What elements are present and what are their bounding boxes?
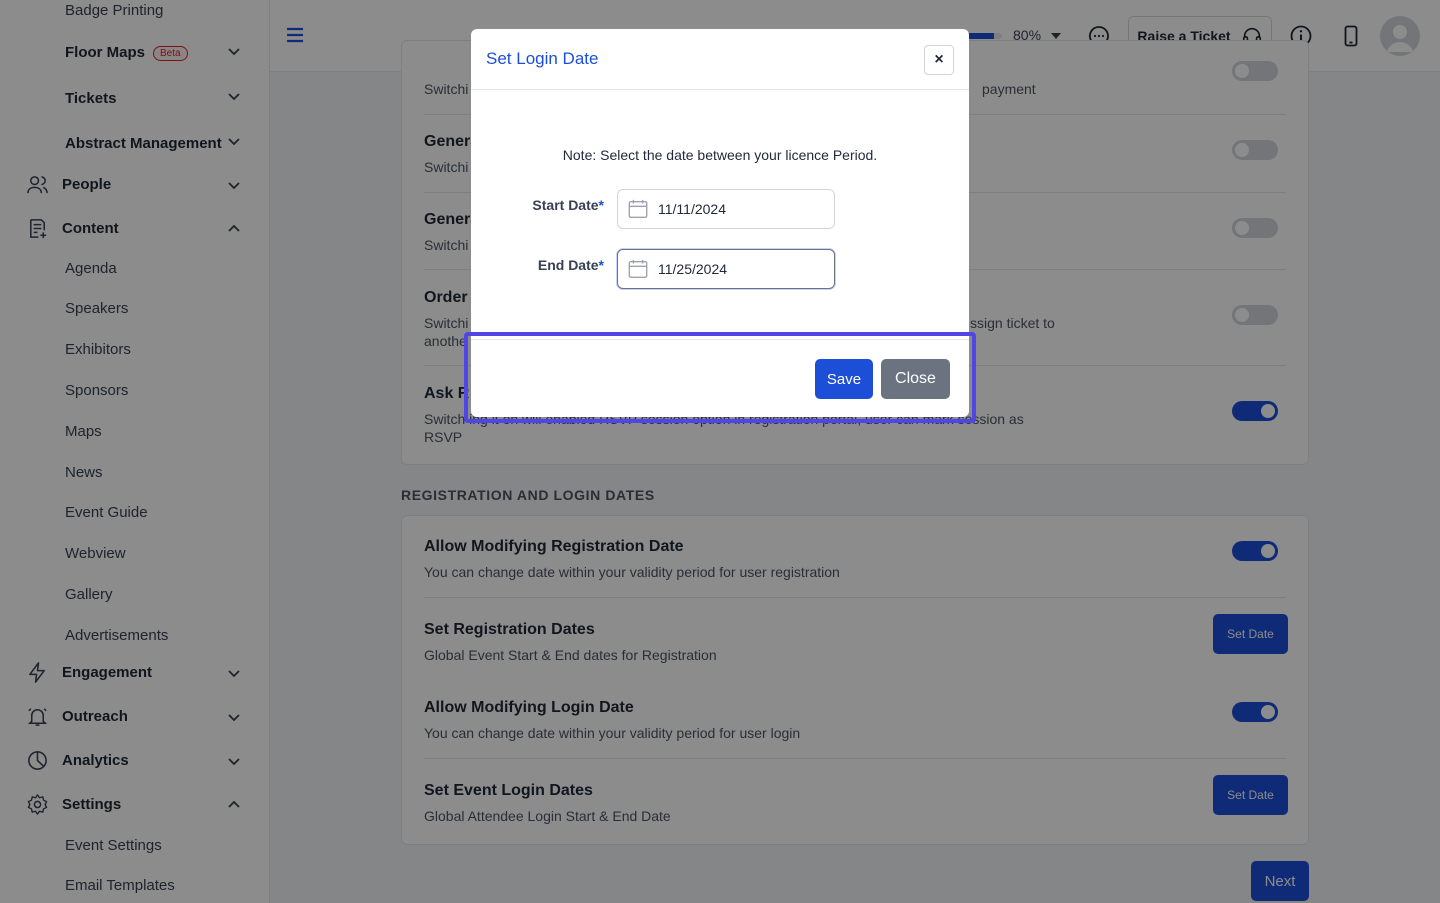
modal-title: Set Login Date	[486, 49, 599, 68]
start-date-label: Start Date*	[532, 197, 604, 213]
set-login-date-modal: Set Login Date × Note: Select the date b…	[471, 29, 969, 417]
calendar-icon	[628, 259, 648, 278]
close-icon[interactable]: ×	[924, 45, 954, 75]
end-date-field[interactable]	[617, 249, 835, 289]
divider	[471, 339, 969, 340]
end-date-input[interactable]	[658, 250, 828, 288]
divider	[471, 89, 969, 90]
close-button[interactable]: Close	[881, 359, 950, 399]
end-date-label: End Date*	[537, 257, 604, 273]
start-date-input[interactable]	[658, 190, 828, 228]
calendar-icon	[628, 199, 648, 218]
start-date-field[interactable]	[617, 189, 835, 229]
save-button[interactable]: Save	[815, 359, 873, 399]
licence-note: Note: Select the date between your licen…	[562, 147, 878, 163]
